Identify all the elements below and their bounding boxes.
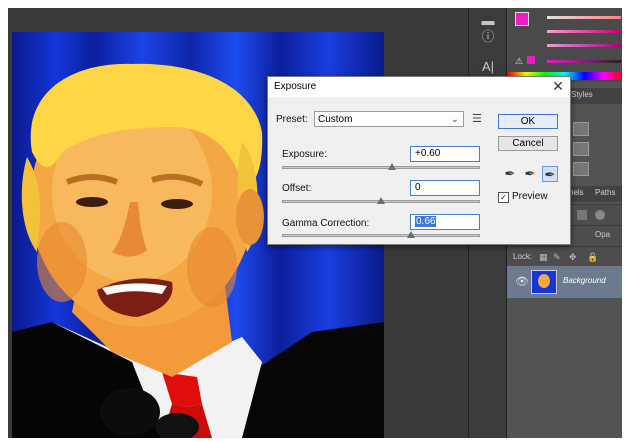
gamma-value: 0.66: [415, 216, 437, 227]
character-icon[interactable]: A|: [478, 58, 498, 76]
opacity-label: Opa: [595, 230, 611, 239]
offset-value: 0: [415, 182, 421, 193]
preset-select[interactable]: Custom ⌄: [314, 111, 464, 127]
dialog-titlebar[interactable]: Exposure ✕: [268, 77, 570, 97]
preview-label: Preview: [512, 191, 548, 202]
white-eyedropper-icon[interactable]: ✒: [542, 166, 558, 182]
color-slider-m[interactable]: [547, 30, 621, 33]
color-slider-k[interactable]: [547, 60, 621, 63]
color-slider-y[interactable]: [547, 44, 621, 47]
cancel-button[interactable]: Cancel: [498, 136, 558, 151]
color-panel: ⚠: [507, 8, 622, 82]
preset-value: Custom: [318, 114, 353, 125]
chevron-down-icon: ⌄: [450, 114, 459, 125]
filter-icon[interactable]: [577, 210, 587, 220]
black-eyedropper-icon[interactable]: ✒: [502, 166, 518, 182]
exposure-slider-thumb[interactable]: [388, 163, 396, 170]
tab-styles[interactable]: Styles: [571, 90, 593, 99]
ok-button[interactable]: OK: [498, 114, 558, 129]
tab-paths[interactable]: Paths: [595, 188, 615, 197]
close-icon[interactable]: ✕: [550, 78, 566, 94]
layer-name: Background: [563, 276, 606, 285]
offset-label: Offset:: [282, 183, 312, 194]
layer-thumbnail: [531, 270, 557, 294]
curves-icon[interactable]: [573, 122, 589, 136]
color-slider-c[interactable]: [547, 16, 621, 19]
gamma-slider-track[interactable]: [282, 234, 480, 237]
gamut-warning-icon: ⚠: [515, 56, 524, 66]
preview-checkbox[interactable]: ✓ Preview: [498, 191, 548, 203]
preset-label: Preset:: [276, 114, 308, 125]
offset-slider-thumb[interactable]: [377, 197, 385, 204]
exposure-slider-track[interactable]: [282, 166, 480, 169]
lock-label: Lock:: [513, 252, 533, 261]
layer-background[interactable]: 👁 Background: [507, 266, 622, 298]
lock-paint-icon[interactable]: ✎: [553, 252, 561, 263]
lock-all-icon[interactable]: 🔒: [587, 252, 598, 263]
gamma-slider-thumb[interactable]: [407, 231, 415, 238]
lock-move-icon[interactable]: ✥: [569, 252, 577, 263]
gamma-label: Gamma Correction:: [282, 218, 370, 229]
offset-input[interactable]: 0: [410, 180, 480, 196]
gray-eyedropper-icon[interactable]: ✒: [522, 166, 538, 182]
exposure-dialog: Exposure ✕ Preset: Custom ⌄ ☰ Exposure: …: [267, 76, 571, 245]
exposure-label: Exposure:: [282, 149, 328, 160]
info-icon[interactable]: ⓘ: [478, 28, 498, 46]
exposure-value: +0.60: [415, 148, 441, 159]
visibility-eye-icon[interactable]: 👁: [515, 275, 529, 288]
lock-row: Lock: ▦ ✎ ✥ 🔒: [507, 246, 622, 267]
selective-color-icon[interactable]: [573, 162, 589, 176]
gamut-swatch: [527, 56, 535, 64]
exposure-input[interactable]: +0.60: [410, 146, 480, 162]
checkbox-checked-icon[interactable]: ✓: [498, 192, 509, 203]
channel-mixer-icon[interactable]: [573, 142, 589, 156]
lock-transparent-icon[interactable]: ▦: [539, 252, 548, 263]
foreground-swatch[interactable]: [515, 12, 529, 26]
photoshop-window: ▬ ⓘ A| ¶ ⚠ Styles tment: [8, 8, 622, 438]
tab-channels[interactable]: nels: [569, 188, 584, 197]
dialog-title: Exposure: [274, 81, 317, 92]
preset-options-icon[interactable]: ☰: [472, 112, 482, 125]
filter-toggle-icon[interactable]: [595, 210, 605, 220]
gamma-input[interactable]: 0.66: [410, 214, 480, 230]
